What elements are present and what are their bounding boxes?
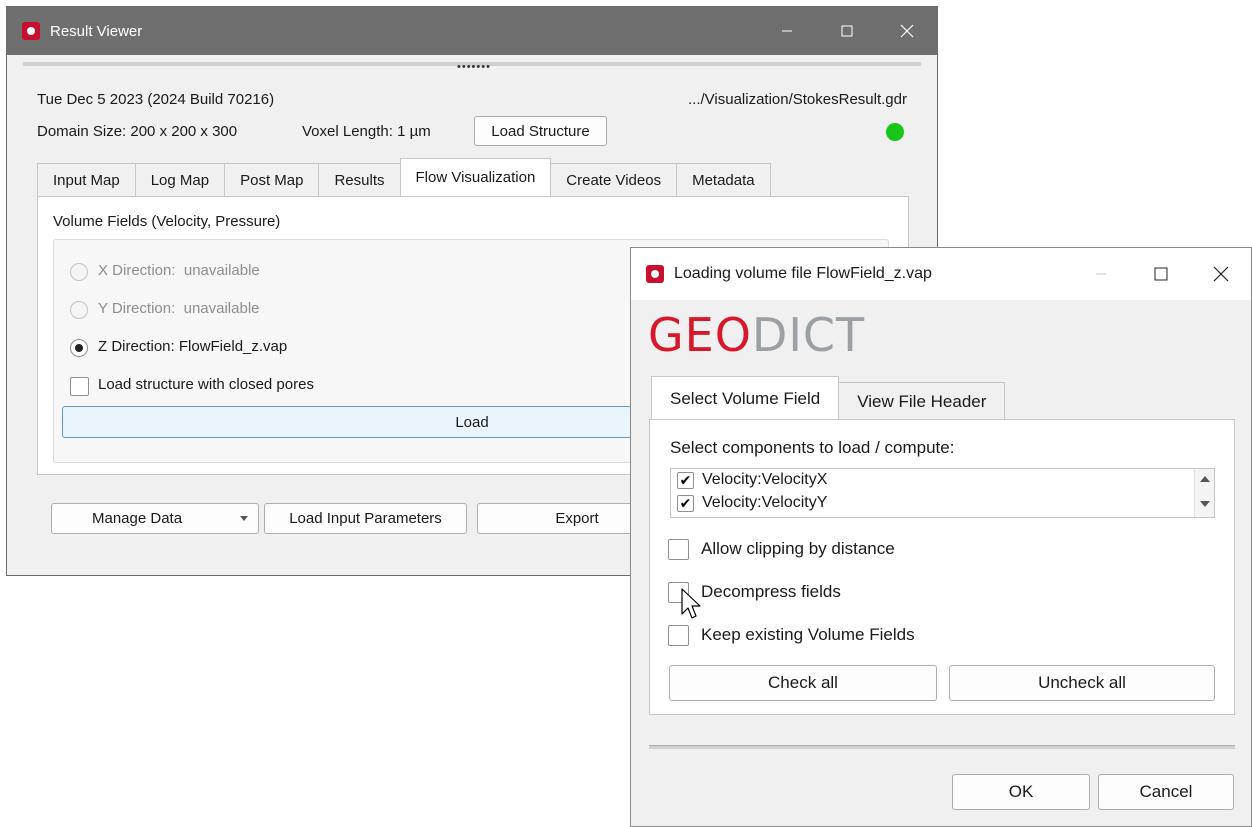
geodict-logo: GEODICT <box>648 308 866 362</box>
ok-button[interactable]: OK <box>952 774 1090 810</box>
geodict-app-icon <box>646 265 664 283</box>
closed-pores-label: Load structure with closed pores <box>98 376 314 393</box>
tab-create-videos[interactable]: Create Videos <box>550 163 678 196</box>
chevron-down-icon <box>240 516 248 521</box>
keep-existing-label: Keep existing Volume Fields <box>701 625 915 644</box>
window-title: Result Viewer <box>50 22 143 40</box>
keep-existing-checkbox[interactable] <box>668 625 689 646</box>
uncheck-all-button[interactable]: Uncheck all <box>949 665 1215 701</box>
x-direction-label: X Direction: unavailable <box>98 262 260 279</box>
maximize-button[interactable] <box>817 7 877 55</box>
list-scrollbar[interactable] <box>1194 469 1214 517</box>
tab-metadata[interactable]: Metadata <box>676 163 771 196</box>
decompress-label: Decompress fields <box>701 582 841 601</box>
dialog-separator <box>649 745 1235 749</box>
maximize-button[interactable] <box>1131 248 1191 300</box>
section-title: Volume Fields (Velocity, Pressure) <box>53 213 281 230</box>
minimize-button[interactable] <box>1071 248 1131 300</box>
list-item[interactable]: Velocity:VelocityY <box>677 494 827 512</box>
select-volume-field-panel: Select components to load / compute: Vel… <box>649 419 1235 715</box>
check-all-button[interactable]: Check all <box>669 665 937 701</box>
dialog-tabs: Select Volume Field View File Header <box>651 376 1006 420</box>
components-label: Select components to load / compute: <box>670 438 955 457</box>
velocity-y-label: Velocity:VelocityY <box>702 494 828 511</box>
mouse-cursor-icon <box>681 588 701 619</box>
loading-volume-dialog: Loading volume file FlowField_z.vap GEOD… <box>630 247 1252 827</box>
y-direction-label: Y Direction: unavailable <box>98 300 260 317</box>
minimize-button[interactable] <box>757 7 817 55</box>
load-structure-button[interactable]: Load Structure <box>474 116 607 146</box>
close-button[interactable] <box>1191 248 1251 300</box>
components-list[interactable]: Velocity:VelocityX Velocity:VelocityY <box>670 468 1215 518</box>
minimize-icon <box>1096 273 1106 275</box>
minimize-icon <box>782 30 792 32</box>
result-viewer-titlebar[interactable]: Result Viewer <box>7 7 937 55</box>
maximize-icon <box>841 25 853 37</box>
tab-input-map[interactable]: Input Map <box>37 163 136 196</box>
y-direction-radio[interactable] <box>70 301 88 319</box>
dialog-title: Loading volume file FlowField_z.vap <box>674 265 932 282</box>
velocity-y-checkbox[interactable] <box>677 494 694 512</box>
list-item[interactable]: Velocity:VelocityX <box>677 471 827 489</box>
closed-pores-checkbox[interactable] <box>70 377 89 396</box>
velocity-x-checkbox[interactable] <box>677 471 694 489</box>
allow-clipping-checkbox[interactable] <box>668 539 689 560</box>
manage-data-dropdown[interactable]: Manage Data <box>51 503 259 534</box>
voxel-length-label: Voxel Length: 1 µm <box>302 123 431 140</box>
status-indicator-icon <box>886 123 904 141</box>
scroll-down-icon[interactable] <box>1200 501 1210 507</box>
tab-view-file-header[interactable]: View File Header <box>838 382 1006 420</box>
close-button[interactable] <box>877 7 937 55</box>
domain-size-label: Domain Size: 200 x 200 x 300 <box>37 123 238 140</box>
geodict-app-icon <box>22 22 40 40</box>
dialog-titlebar[interactable]: Loading volume file FlowField_z.vap <box>631 248 1251 300</box>
file-path-label: .../Visualization/StokesResult.gdr <box>687 91 907 108</box>
splitter-grip-icon: ••••••• <box>457 61 491 73</box>
close-icon <box>1213 266 1229 282</box>
tab-results[interactable]: Results <box>318 163 401 196</box>
tab-log-map[interactable]: Log Map <box>134 163 226 196</box>
tab-flow-visualization[interactable]: Flow Visualization <box>399 158 552 196</box>
x-direction-radio[interactable] <box>70 263 88 281</box>
tab-post-map[interactable]: Post Map <box>224 163 320 196</box>
cancel-button[interactable]: Cancel <box>1098 774 1234 810</box>
velocity-x-label: Velocity:VelocityX <box>702 471 828 488</box>
date-build-label: Tue Dec 5 2023 (2024 Build 70216) <box>37 91 275 108</box>
maximize-icon <box>1154 267 1168 281</box>
manage-data-label: Manage Data <box>92 510 183 527</box>
allow-clipping-label: Allow clipping by distance <box>701 539 895 558</box>
scroll-up-icon[interactable] <box>1200 476 1210 482</box>
z-direction-label: Z Direction: FlowField_z.vap <box>98 338 288 355</box>
z-direction-radio[interactable] <box>70 339 88 357</box>
close-icon <box>900 24 914 38</box>
result-tabs: Input Map Log Map Post Map Results Flow … <box>37 158 771 196</box>
tab-select-volume-field[interactable]: Select Volume Field <box>651 376 840 420</box>
load-input-parameters-button[interactable]: Load Input Parameters <box>264 503 467 534</box>
